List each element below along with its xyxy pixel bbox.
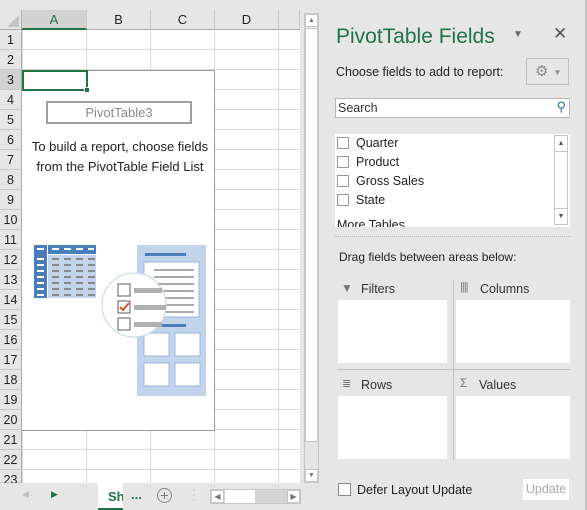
row-header-12[interactable]: 12 <box>0 250 22 270</box>
sheet-tab[interactable]: Sh <box>98 483 123 510</box>
row-header-10[interactable]: 10 <box>0 210 22 230</box>
row-header-5[interactable]: 5 <box>0 110 22 130</box>
next-sheet-icon[interactable]: ▶ <box>51 489 58 500</box>
row-header-20[interactable]: 20 <box>0 410 22 430</box>
panel-options-dropdown-icon[interactable]: ▼ <box>513 29 523 40</box>
pivot-fields-panel: PivotTable Fields ▼ ✕ Choose fields to a… <box>325 0 587 510</box>
field-list-scrollbar[interactable]: ▲ ▼ <box>554 135 568 225</box>
rows-icon: ≣ <box>342 378 352 390</box>
row-header-15[interactable]: 15 <box>0 310 22 330</box>
row-header-4[interactable]: 4 <box>0 90 22 110</box>
sheet-tab-bar: ◀ ▶ Sh ... + · · · ◀ ▶ <box>0 483 322 510</box>
h-scroll-thumb[interactable] <box>225 490 255 503</box>
choose-fields-label: Choose fields to add to report: <box>336 65 504 79</box>
field-item[interactable]: Gross Sales <box>337 173 424 188</box>
columns-area[interactable] <box>456 300 570 363</box>
rows-area[interactable] <box>338 396 447 459</box>
fill-handle[interactable] <box>84 87 90 93</box>
more-tables-link[interactable]: More Tables... <box>337 218 415 227</box>
field-checkbox[interactable] <box>337 193 349 206</box>
plus-circle-icon[interactable]: + <box>157 488 172 503</box>
field-checkbox[interactable] <box>337 174 349 187</box>
gear-icon[interactable]: ⚙ ▼ <box>526 58 569 85</box>
column-header-a[interactable]: A <box>22 10 87 30</box>
row-header-21[interactable]: 21 <box>0 430 22 450</box>
scroll-thumb[interactable] <box>305 28 318 43</box>
row-header-7[interactable]: 7 <box>0 150 22 170</box>
column-header-b[interactable]: B <box>87 10 151 30</box>
field-label: Product <box>356 154 400 169</box>
row-header-19[interactable]: 19 <box>0 390 22 410</box>
prev-sheet-icon[interactable]: ◀ <box>22 489 29 500</box>
scroll-up-button[interactable]: ▲ <box>305 14 318 27</box>
rows-label: Rows <box>361 378 393 392</box>
field-label: Gross Sales <box>356 173 425 188</box>
row-header-13[interactable]: 13 <box>0 270 22 290</box>
row-header-6[interactable]: 6 <box>0 130 22 150</box>
field-list: Quarter Product Gross Sales State More Tabl… <box>335 134 570 227</box>
field-item[interactable]: State <box>337 192 385 207</box>
search-placeholder: Search <box>338 101 378 115</box>
filter-icon: ▼ <box>341 281 353 295</box>
row-header-8[interactable]: 8 <box>0 170 22 190</box>
pivot-table-name: PivotTable3 <box>46 101 192 124</box>
values-label: Values <box>479 378 517 392</box>
panel-title: PivotTable Fields <box>336 25 495 48</box>
row-header-3[interactable]: 3 <box>0 70 22 90</box>
search-icon[interactable]: ⚲ <box>556 99 566 115</box>
field-label: Quarter <box>356 135 399 150</box>
pivot-placeholder[interactable]: PivotTable3 To build a report, choose fi… <box>22 70 215 431</box>
row-header-11[interactable]: 11 <box>0 230 22 250</box>
field-label: State <box>356 192 386 207</box>
more-sheets-button[interactable]: ... <box>131 487 142 502</box>
field-item[interactable]: Product <box>337 154 399 169</box>
vertical-scrollbar[interactable]: ▲ ▼ <box>304 13 319 483</box>
worksheet: A B C D 1 2 3 4 5 6 7 8 9 10 11 12 13 14 15 16 17 18 19 20 2… <box>0 0 322 510</box>
filters-label: Filters <box>361 282 396 296</box>
divider <box>335 236 571 237</box>
scroll-left-button[interactable]: ◀ <box>211 490 224 503</box>
field-scroll-up[interactable]: ▲ <box>555 136 567 152</box>
field-item[interactable]: Quarter <box>337 135 398 150</box>
tab-splitter-handle[interactable]: · · · <box>192 485 196 506</box>
search-input[interactable]: Search ⚲ <box>335 98 570 118</box>
sigma-icon: Σ <box>460 376 468 390</box>
field-checkbox[interactable] <box>337 136 349 149</box>
columns-icon: |||| <box>460 281 469 293</box>
area-divider-h <box>337 369 570 370</box>
scroll-right-button[interactable]: ▶ <box>287 490 300 503</box>
row-header-9[interactable]: 9 <box>0 190 22 210</box>
field-scroll-down[interactable]: ▼ <box>555 208 567 224</box>
row-header-2[interactable]: 2 <box>0 50 22 70</box>
row-header-1[interactable]: 1 <box>0 30 22 50</box>
select-all-corner[interactable] <box>0 10 22 30</box>
scroll-track[interactable] <box>305 42 318 442</box>
pivot-illustration-icon <box>34 245 206 396</box>
field-checkbox[interactable] <box>337 155 349 168</box>
defer-layout-label: Defer Layout Update <box>357 483 473 497</box>
update-button[interactable]: Update <box>523 479 569 500</box>
values-area[interactable] <box>456 396 570 459</box>
pivot-help-text: To build a report, choose fields from th… <box>31 139 209 174</box>
column-header-c[interactable]: C <box>151 10 215 30</box>
area-divider-v <box>453 280 454 460</box>
drag-fields-label: Drag fields between areas below: <box>339 250 517 264</box>
row-header-23[interactable]: 23 <box>0 470 22 487</box>
column-header-d[interactable]: D <box>215 10 279 30</box>
close-icon[interactable]: ✕ <box>553 24 567 44</box>
scroll-down-button[interactable]: ▼ <box>305 469 318 482</box>
active-cell-a3[interactable] <box>22 70 88 91</box>
horizontal-scrollbar[interactable]: ◀ ▶ <box>210 489 301 504</box>
row-header-22[interactable]: 22 <box>0 450 22 470</box>
column-header-e[interactable] <box>279 10 300 30</box>
row-header-17[interactable]: 17 <box>0 350 22 370</box>
columns-label: Columns <box>480 282 530 296</box>
filters-area[interactable] <box>338 300 447 363</box>
row-header-16[interactable]: 16 <box>0 330 22 350</box>
defer-layout-checkbox[interactable] <box>338 483 351 496</box>
row-header-14[interactable]: 14 <box>0 290 22 310</box>
row-header-18[interactable]: 18 <box>0 370 22 390</box>
